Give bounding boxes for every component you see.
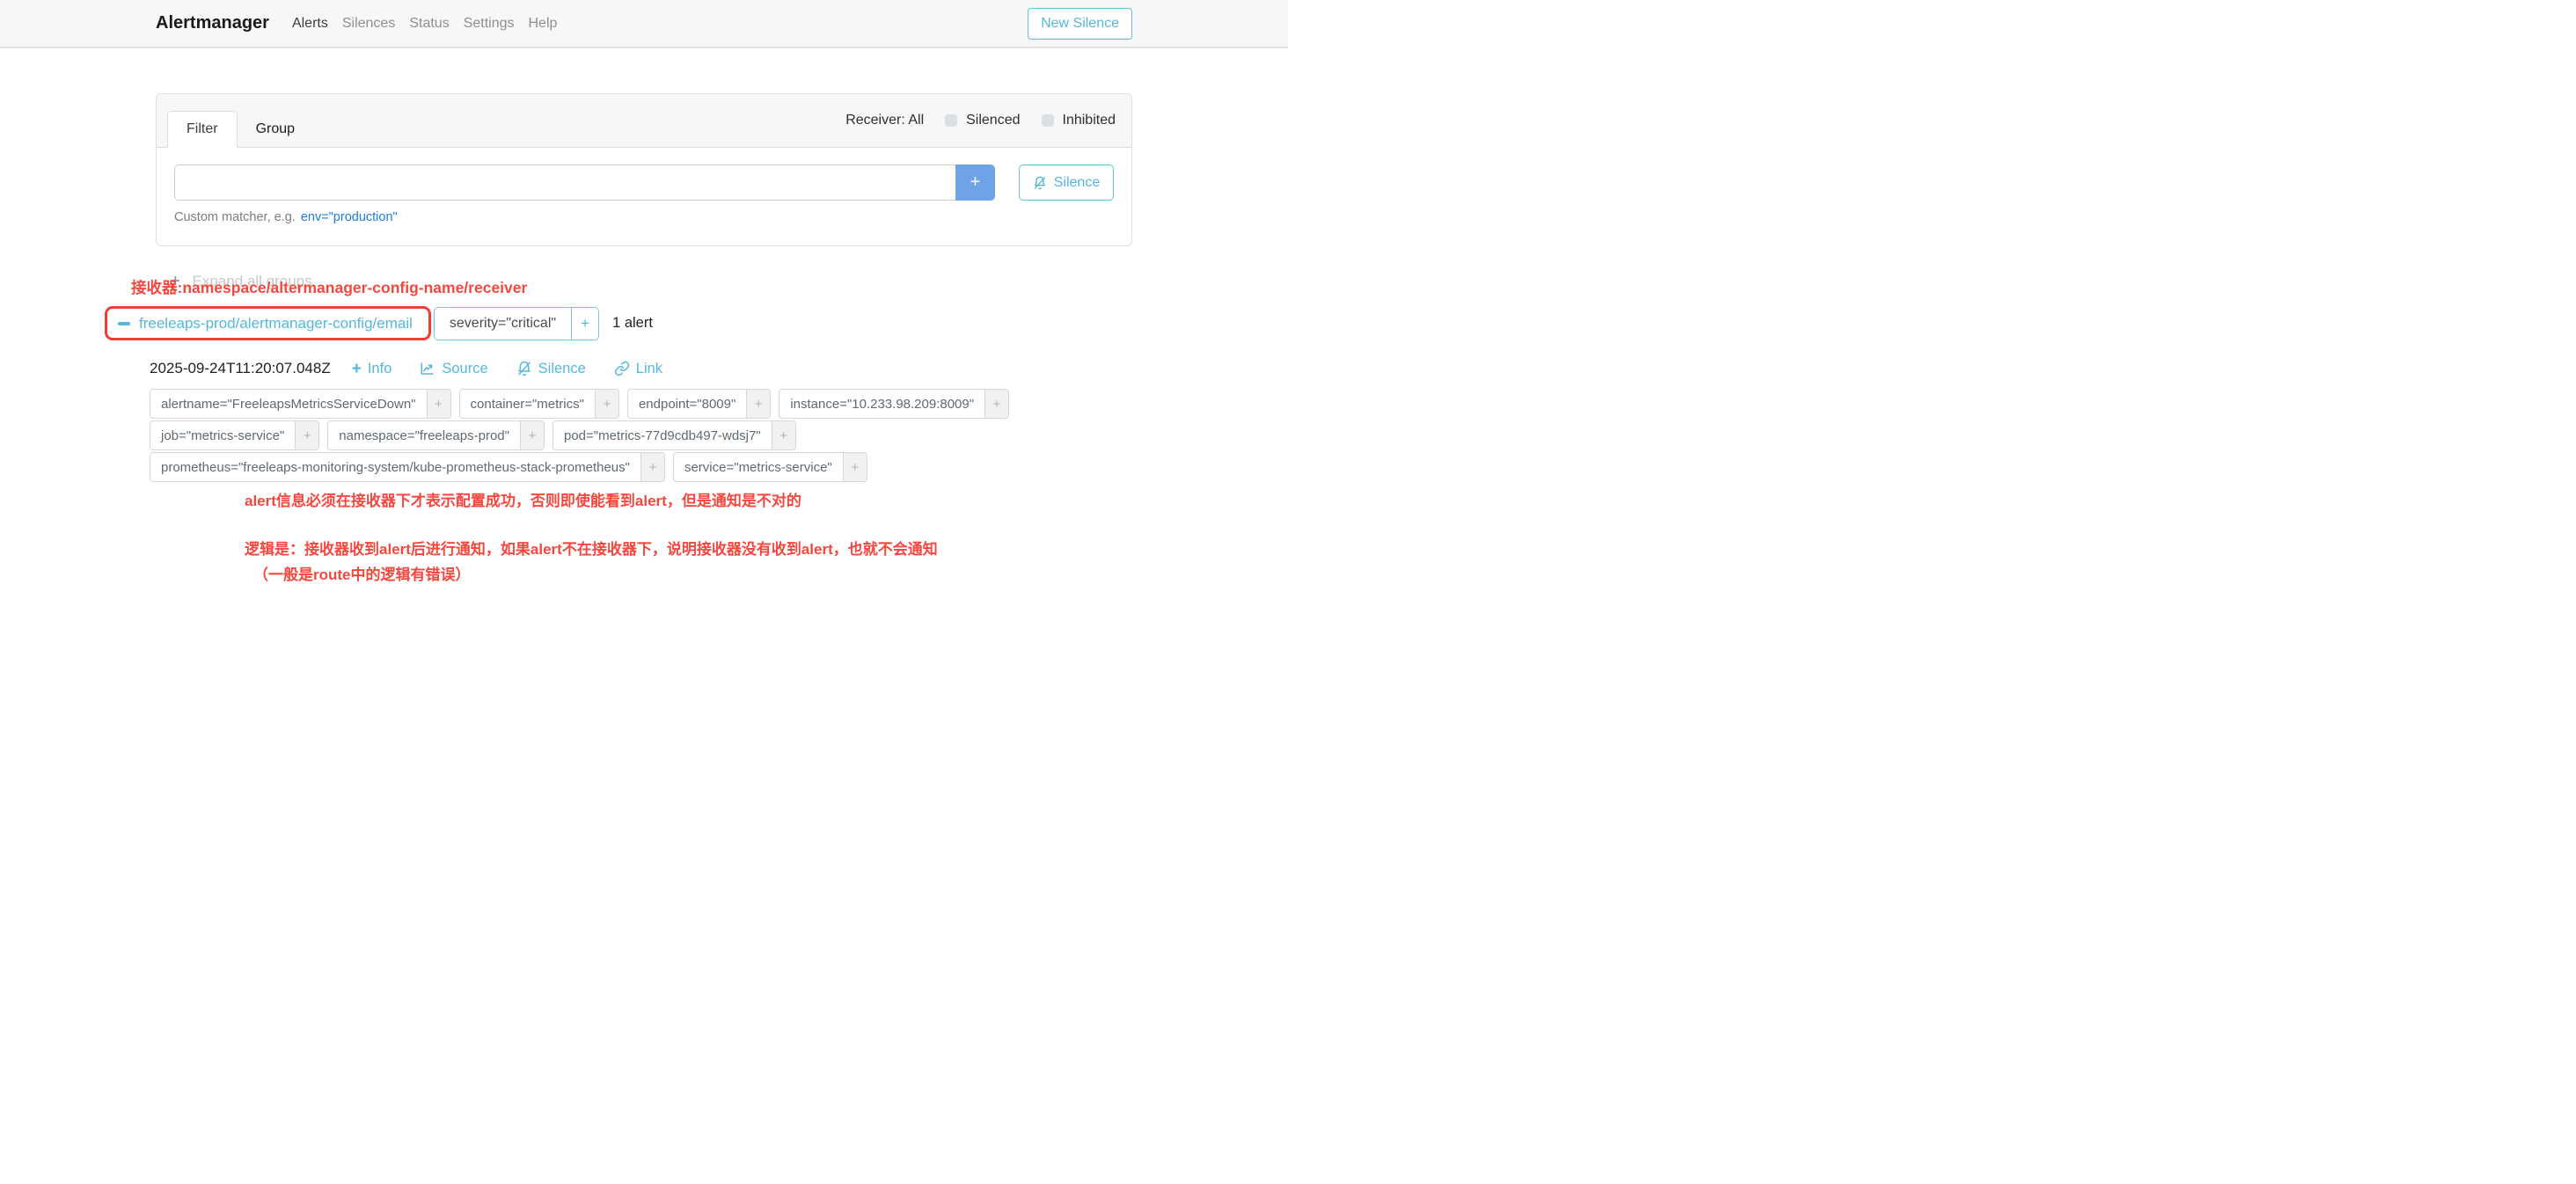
bell-slash-icon	[516, 361, 532, 376]
alert-silence-button[interactable]: Silence	[516, 361, 586, 377]
group-matcher-add-button[interactable]: +	[571, 308, 598, 340]
label-filter-add-button[interactable]: +	[984, 390, 1008, 418]
label-filter-add-button[interactable]: +	[772, 421, 795, 449]
nav-item-status[interactable]: Status	[409, 16, 449, 32]
filter-card: Filter Group Receiver: All Silenced Inhi…	[156, 93, 1132, 246]
label-filter-add-button[interactable]: +	[640, 453, 664, 481]
label-tag: instance="10.233.98.209:8009" +	[779, 389, 1009, 419]
label-tag: container="metrics" +	[459, 389, 619, 419]
alert-labels: alertname="FreeleapsMetricsServiceDown" …	[150, 389, 1132, 482]
chart-line-icon	[420, 361, 435, 376]
group-matcher-chip: severity="critical" +	[434, 307, 599, 340]
alert-permalink[interactable]: Link	[614, 361, 662, 377]
alert-source-link[interactable]: Source	[420, 361, 487, 377]
tab-group[interactable]: Group	[238, 112, 313, 147]
label-filter-add-button[interactable]: +	[746, 390, 770, 418]
label-filter-add-button[interactable]: +	[295, 421, 318, 449]
nav-item-settings[interactable]: Settings	[464, 16, 515, 32]
alert-block: 2025-09-24T11:20:07.048Z + Info Source	[150, 360, 1132, 584]
link-icon	[614, 361, 630, 376]
annotation-red-box: freeleaps-prod/alertmanager-config/email	[105, 306, 431, 340]
label-tag: job="metrics-service" +	[150, 420, 319, 450]
nav-item-alerts[interactable]: Alerts	[292, 16, 328, 32]
bell-slash-icon	[1033, 176, 1047, 190]
matcher-hint: Custom matcher, e.g.env="production"	[174, 210, 1114, 224]
silence-filter-label: Silence	[1054, 175, 1100, 191]
silenced-label: Silenced	[966, 113, 1020, 128]
alert-info-button[interactable]: + Info	[352, 361, 392, 377]
annotation-note-3: （一般是route中的逻辑有错误）	[253, 562, 1132, 584]
inhibited-checkbox[interactable]	[1042, 114, 1054, 127]
matcher-input[interactable]	[174, 164, 955, 201]
filter-card-header: Filter Group Receiver: All Silenced Inhi…	[157, 94, 1131, 148]
silenced-checkbox[interactable]	[945, 114, 957, 127]
receiver-group-label: freeleaps-prod/alertmanager-config/email	[139, 315, 413, 333]
alertmanager-page: Alertmanager Alerts Silences Status Sett…	[0, 0, 1288, 592]
annotation-note-1: alert信息必须在接收器下才表示配置成功，否则即使能看到alert，但是通知是…	[245, 488, 1132, 510]
label-tag: service="metrics-service" +	[673, 452, 867, 482]
minus-icon	[118, 322, 130, 325]
filter-card-body: + Silence Custom matcher, e.g.env="produ…	[157, 148, 1131, 245]
label-filter-add-button[interactable]: +	[843, 453, 867, 481]
matcher-example-link[interactable]: env="production"	[301, 210, 398, 224]
label-filter-add-button[interactable]: +	[520, 421, 544, 449]
nav-item-help[interactable]: Help	[529, 16, 558, 32]
receiver-filter-label[interactable]: Receiver: All	[845, 113, 924, 128]
alert-timestamp: 2025-09-24T11:20:07.048Z	[150, 360, 331, 377]
receiver-group-row: freeleaps-prod/alertmanager-config/email…	[105, 306, 1132, 340]
plus-icon: +	[352, 361, 362, 377]
label-filter-add-button[interactable]: +	[427, 390, 450, 418]
group-matcher-label[interactable]: severity="critical"	[435, 308, 571, 340]
label-tag: prometheus="freeleaps-monitoring-system/…	[150, 452, 665, 482]
label-filter-add-button[interactable]: +	[595, 390, 618, 418]
navbar: Alertmanager Alerts Silences Status Sett…	[0, 0, 1288, 48]
label-tag: namespace="freeleaps-prod" +	[327, 420, 545, 450]
annotation-heading: 接收器:namespace/altermanager-config-name/r…	[131, 276, 1132, 298]
annotation-note-2: 逻辑是：接收器收到alert后进行通知，如果alert不在接收器下，说明接收器没…	[245, 537, 1132, 559]
inhibited-label: Inhibited	[1063, 113, 1116, 128]
label-tag: alertname="FreeleapsMetricsServiceDown" …	[150, 389, 451, 419]
alert-count: 1 alert	[612, 315, 653, 332]
label-tag: pod="metrics-77d9cdb497-wdsj7" +	[553, 420, 796, 450]
new-silence-button[interactable]: New Silence	[1028, 8, 1132, 40]
tab-filter[interactable]: Filter	[167, 111, 238, 148]
add-matcher-button[interactable]: +	[955, 164, 995, 201]
nav-item-silences[interactable]: Silences	[342, 16, 395, 32]
main-nav: Alerts Silences Status Settings Help	[292, 16, 557, 32]
label-tag: endpoint="8009" +	[627, 389, 771, 419]
receiver-group-button[interactable]: freeleaps-prod/alertmanager-config/email	[118, 315, 413, 333]
silence-filter-button[interactable]: Silence	[1019, 164, 1114, 201]
app-brand[interactable]: Alertmanager	[156, 13, 269, 33]
